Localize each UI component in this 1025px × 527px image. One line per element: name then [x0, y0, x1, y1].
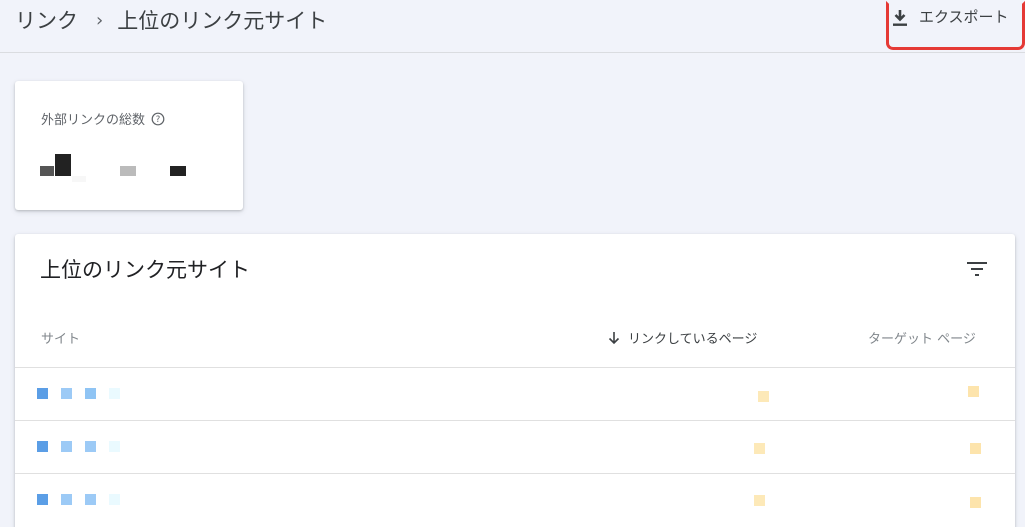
total-external-links-card: 外部リンクの総数 ? — [15, 81, 243, 210]
download-icon — [893, 10, 907, 26]
svg-text:?: ? — [156, 115, 161, 125]
summary-title: 外部リンクの総数 ? — [41, 109, 165, 128]
breadcrumb-current: 上位のリンク元サイト — [117, 9, 328, 33]
column-header-site[interactable]: サイト — [41, 328, 80, 347]
top-linking-sites-table: 上位のリンク元サイト サイト リンクしているページ ターゲット ページ — [15, 234, 1015, 527]
column-header-target-pages[interactable]: ターゲット ページ — [868, 328, 976, 347]
table-row[interactable] — [15, 420, 1015, 473]
page-header: リンク › 上位のリンク元サイト エクスポート — [0, 0, 1025, 53]
linking-pages-value-redacted — [754, 443, 765, 454]
breadcrumb: リンク › 上位のリンク元サイト — [15, 6, 327, 34]
breadcrumb-separator: › — [96, 9, 104, 31]
summary-label: 外部リンクの総数 — [41, 113, 146, 128]
site-link-redacted[interactable] — [37, 494, 137, 508]
column-header-linking-pages[interactable]: リンクしているページ — [608, 328, 757, 347]
target-pages-value-redacted — [968, 386, 979, 397]
table-title: 上位のリンク元サイト — [40, 258, 250, 282]
help-circle-icon[interactable]: ? — [151, 112, 165, 126]
links-report-page: リンク › 上位のリンク元サイト エクスポート 外部リンクの総数 ? 上位のリン… — [0, 0, 1025, 527]
filter-button[interactable] — [963, 256, 991, 282]
target-pages-value-redacted — [970, 497, 981, 508]
target-pages-value-redacted — [970, 443, 981, 454]
linking-pages-value-redacted — [758, 391, 769, 402]
site-link-redacted[interactable] — [37, 388, 137, 402]
table-row[interactable] — [15, 473, 1015, 526]
breadcrumb-links[interactable]: リンク — [15, 5, 78, 35]
linking-pages-label: リンクしているページ — [628, 332, 758, 347]
filter-icon — [967, 262, 987, 276]
export-button[interactable]: エクスポート — [886, 1, 1025, 50]
table-row[interactable] — [15, 367, 1015, 420]
export-label: エクスポート — [919, 8, 1009, 26]
linking-pages-value-redacted — [754, 495, 765, 506]
site-link-redacted[interactable] — [37, 441, 137, 455]
arrow-down-icon — [608, 331, 620, 344]
